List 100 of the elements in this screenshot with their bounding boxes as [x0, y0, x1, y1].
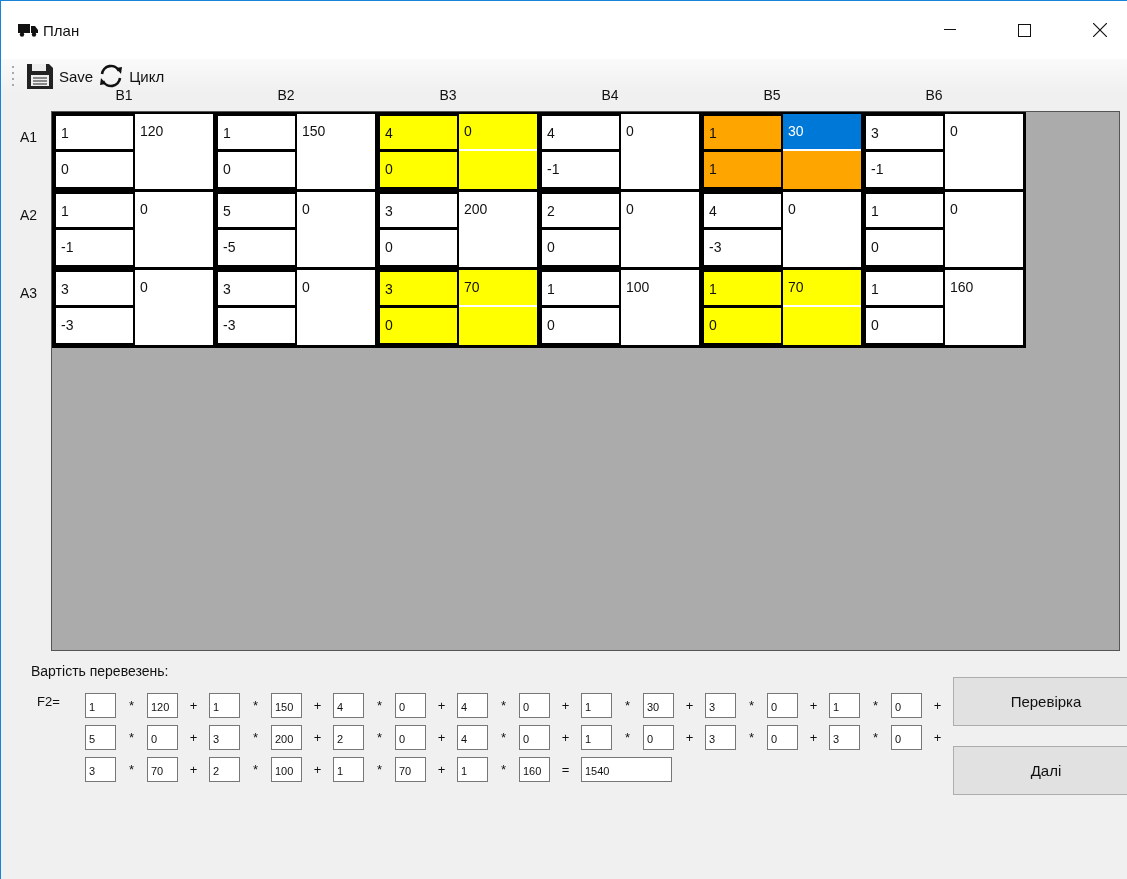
maximize-icon[interactable]	[1018, 23, 1031, 37]
formula-field[interactable]: 5	[85, 724, 116, 750]
operator-sign: *	[747, 729, 756, 745]
formula-field[interactable]: 0	[891, 724, 922, 750]
close-icon[interactable]	[1093, 23, 1107, 37]
cost-field[interactable]: 1	[864, 192, 944, 229]
formula-field[interactable]: 1	[829, 692, 860, 718]
cost-field[interactable]: 4	[540, 114, 620, 151]
formula-field[interactable]: 1	[581, 692, 612, 718]
cost-field[interactable]: 4	[702, 192, 782, 229]
potential-field[interactable]: 0	[540, 307, 620, 345]
cycle-button[interactable]: Цикл	[97, 62, 169, 90]
cost-field[interactable]: 1	[216, 114, 296, 151]
check-button[interactable]: Перевірка	[953, 677, 1127, 726]
formula-field[interactable]: 1	[333, 756, 364, 782]
formula-field[interactable]: 2	[209, 756, 240, 782]
operator-sign: +	[312, 729, 323, 745]
potential-field[interactable]: 0	[378, 229, 458, 267]
formula-field[interactable]: 1	[581, 724, 612, 750]
potential-field[interactable]: 0	[378, 151, 458, 189]
truck-icon	[18, 23, 38, 37]
operator-sign: *	[747, 697, 756, 713]
potential-field[interactable]: 0	[54, 151, 134, 189]
potential-field[interactable]: 0	[540, 229, 620, 267]
formula-field[interactable]: 0	[767, 724, 798, 750]
cost-field[interactable]: 1	[54, 192, 134, 229]
potential-field[interactable]: 1	[702, 151, 782, 189]
potential-field[interactable]: -1	[864, 151, 944, 189]
cost-field[interactable]: 1	[702, 114, 782, 151]
formula-field[interactable]: 3	[209, 724, 240, 750]
operator-sign: +	[808, 729, 819, 745]
formula-field[interactable]: 2	[333, 724, 364, 750]
potential-field[interactable]: 0	[378, 307, 458, 345]
formula-field[interactable]: 0	[643, 724, 674, 750]
formula-field[interactable]: 0	[147, 724, 178, 750]
row-header: A3	[19, 285, 39, 303]
formula-field[interactable]: 0	[767, 692, 798, 718]
potential-field[interactable]: -3	[702, 229, 782, 267]
cost-field[interactable]: 3	[54, 270, 134, 307]
formula-field[interactable]: 4	[333, 692, 364, 718]
cost-field[interactable]: 5	[216, 192, 296, 229]
operator-sign: +	[312, 761, 323, 777]
column-header: B5	[762, 87, 782, 105]
formula-field[interactable]: 0	[395, 724, 426, 750]
potential-field[interactable]: 0	[702, 307, 782, 345]
potential-field[interactable]: -3	[216, 307, 296, 345]
operator-sign: *	[871, 729, 880, 745]
potential-field[interactable]: -1	[540, 151, 620, 189]
formula-field[interactable]: 0	[519, 724, 550, 750]
potential-field[interactable]: 0	[864, 307, 944, 345]
cost-field[interactable]: 4	[378, 114, 458, 151]
formula-field[interactable]: 100	[271, 756, 302, 782]
formula-field[interactable]: 3	[829, 724, 860, 750]
amount-field[interactable]: 30	[783, 114, 861, 151]
next-button[interactable]: Далі	[953, 746, 1127, 795]
potential-field[interactable]: 0	[864, 229, 944, 267]
cost-field[interactable]: 2	[540, 192, 620, 229]
operator-sign: *	[375, 761, 384, 777]
potential-field[interactable]: -3	[54, 307, 134, 345]
formula-field[interactable]: 120	[147, 692, 178, 718]
cost-field[interactable]: 3	[864, 114, 944, 151]
formula-field[interactable]: 3	[705, 692, 736, 718]
formula-field[interactable]: 3	[705, 724, 736, 750]
cost-field[interactable]: 1	[54, 114, 134, 151]
result-field[interactable]: 1540	[581, 756, 672, 782]
formula-field[interactable]: 0	[395, 692, 426, 718]
cost-field[interactable]: 1	[540, 270, 620, 307]
column-header: B1	[114, 87, 134, 105]
formula-field[interactable]: 0	[519, 692, 550, 718]
operator-sign: *	[375, 697, 384, 713]
potential-field[interactable]: -5	[216, 229, 296, 267]
cost-field[interactable]: 3	[216, 270, 296, 307]
cost-field[interactable]: 1	[702, 270, 782, 307]
cost-field[interactable]: 3	[378, 270, 458, 307]
formula-field[interactable]: 200	[271, 724, 302, 750]
minimize-icon[interactable]	[944, 29, 956, 31]
formula-field[interactable]: 70	[147, 756, 178, 782]
formula-field[interactable]: 0	[891, 692, 922, 718]
operator-sign: +	[560, 697, 571, 713]
formula-field[interactable]: 3	[85, 756, 116, 782]
operator-sign: +	[188, 697, 199, 713]
formula-field[interactable]: 160	[519, 756, 550, 782]
formula-field[interactable]: 1	[209, 692, 240, 718]
formula-field[interactable]: 30	[643, 692, 674, 718]
potential-field[interactable]: -1	[54, 229, 134, 267]
formula-label: F2=	[36, 693, 61, 711]
potential-field[interactable]: 0	[216, 151, 296, 189]
column-header: B3	[438, 87, 458, 105]
operator-sign: +	[684, 729, 695, 745]
formula-field[interactable]: 1	[85, 692, 116, 718]
save-button[interactable]: Save	[25, 61, 98, 91]
operator-sign: *	[251, 729, 260, 745]
cost-field[interactable]: 1	[864, 270, 944, 307]
formula-field[interactable]: 4	[457, 724, 488, 750]
formula-field[interactable]: 1	[457, 756, 488, 782]
cost-field[interactable]: 3	[378, 192, 458, 229]
formula-field[interactable]: 4	[457, 692, 488, 718]
row-header: A1	[19, 129, 39, 147]
formula-field[interactable]: 150	[271, 692, 302, 718]
formula-field[interactable]: 70	[395, 756, 426, 782]
